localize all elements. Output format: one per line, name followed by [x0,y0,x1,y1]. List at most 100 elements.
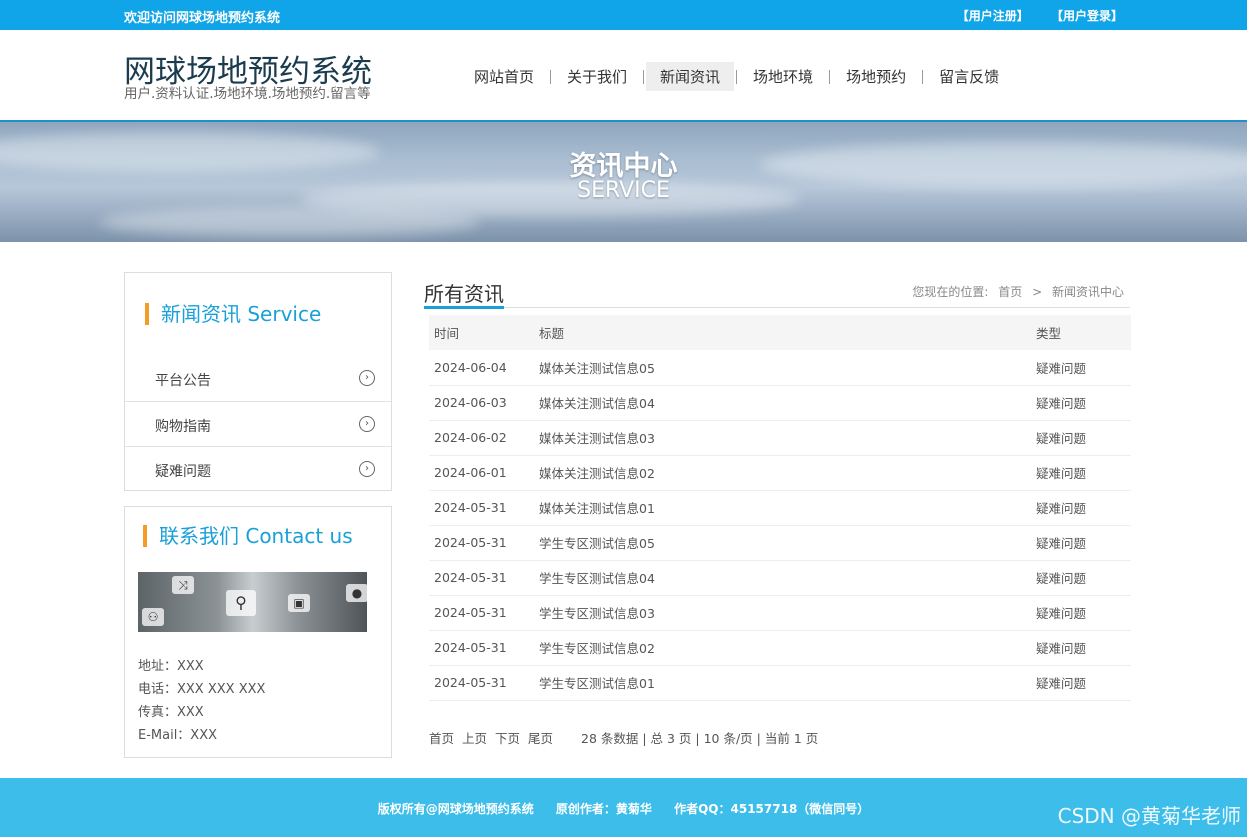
table-row[interactable]: 2024-05-31 学生专区测试信息01 疑难问题 [429,665,1131,701]
footer-qq: 作者QQ：45157718（微信同号） [674,802,870,816]
news-title-link[interactable]: 学生专区测试信息04 [529,560,1031,596]
cell-type: 疑难问题 [1031,490,1131,526]
cell-time: 2024-06-03 [429,385,529,421]
breadcrumb-separator: > [1032,285,1043,299]
nav-divider [922,69,924,84]
login-link[interactable]: 【用户登录】 [1051,9,1123,23]
cell-time: 2024-06-02 [429,420,529,456]
main-nav: 网站首页 关于我们 新闻资讯 场地环境 场地预约 留言反馈 [460,62,1013,91]
table-row[interactable]: 2024-05-31 学生专区测试信息04 疑难问题 [429,560,1131,596]
cell-type: 疑难问题 [1031,455,1131,491]
news-category-list: 平台公告 › 购物指南 › 疑难问题 › [125,356,391,491]
table-row[interactable]: 2024-05-31 学生专区测试信息05 疑难问题 [429,525,1131,561]
news-title-link[interactable]: 学生专区测试信息02 [529,630,1031,666]
news-title-link[interactable]: 学生专区测试信息01 [529,665,1031,701]
table-row[interactable]: 2024-06-04 媒体关注测试信息05 疑难问题 [429,350,1131,386]
nav-feedback[interactable]: 留言反馈 [925,62,1013,91]
pagination: 首页 上页 下页 尾页 28 条数据 | 总 3 页 | 10 条/页 | 当前… [429,728,818,747]
cell-time: 2024-06-01 [429,455,529,491]
chevron-right-circle-icon: › [359,370,375,386]
page-banner: 资讯中心 SERVICE [0,120,1247,242]
cell-time: 2024-05-31 [429,665,529,701]
category-label: 疑难问题 [155,464,211,480]
register-link[interactable]: 【用户注册】 [957,9,1029,23]
cell-type: 疑难问题 [1031,350,1131,386]
contact-fax: 传真：XXX [138,705,204,720]
welcome-text: 欢迎访问网球场地预约系统 [124,11,281,26]
title-underline [424,306,504,309]
contact-image: ⤨ ⚇ ⚲ ▣ ● [138,572,367,632]
share-icon: ⤨ [172,576,194,594]
nav-venue-booking[interactable]: 场地预约 [832,62,920,91]
category-label: 购物指南 [155,419,211,435]
category-label: 平台公告 [155,373,211,389]
category-item[interactable]: 购物指南 › [125,401,391,446]
nav-divider [643,69,645,84]
cell-type: 疑难问题 [1031,595,1131,631]
footer-author: 原创作者：黄菊华 [555,802,652,816]
news-title-link[interactable]: 媒体关注测试信息03 [529,420,1031,456]
top-links: 【用户注册】 【用户登录】 [939,7,1123,24]
title-divider [424,307,1130,308]
news-category-panel: 新闻资讯 Service 平台公告 › 购物指南 › 疑难问题 › [124,272,392,491]
cell-type: 疑难问题 [1031,385,1131,421]
nav-venue-environment[interactable]: 场地环境 [739,62,827,91]
table-row[interactable]: 2024-05-31 学生专区测试信息03 疑难问题 [429,595,1131,631]
cell-type: 疑难问题 [1031,630,1131,666]
cell-type: 疑难问题 [1031,420,1131,456]
cell-type: 疑难问题 [1031,560,1131,596]
column-header-type: 类型 [1031,315,1131,350]
news-title-link[interactable]: 学生专区测试信息05 [529,525,1031,561]
breadcrumb-prefix: 您现在的位置: [912,285,989,299]
news-title-link[interactable]: 媒体关注测试信息04 [529,385,1031,421]
table-row[interactable]: 2024-06-01 媒体关注测试信息02 疑难问题 [429,455,1131,491]
news-title-link[interactable]: 媒体关注测试信息05 [529,350,1031,386]
cell-type: 疑难问题 [1031,525,1131,561]
table-row[interactable]: 2024-05-31 学生专区测试信息02 疑难问题 [429,630,1131,666]
banner-cloud [100,207,480,237]
table-header-row: 时间 标题 类型 [429,315,1131,350]
contact-email: E-Mail：XXX [138,728,218,743]
pager-next-link[interactable]: 下页 [495,731,520,746]
user-add-icon: ⚲ [226,590,256,616]
footer-copyright: 版权所有@网球场地预约系统 [377,802,534,816]
cell-type: 疑难问题 [1031,665,1131,701]
category-item[interactable]: 平台公告 › [125,356,391,401]
site-subtitle: 用户.资料认证.场地环境.场地预约.留言等 [124,86,371,102]
chevron-right-circle-icon: › [359,461,375,477]
news-title-link[interactable]: 媒体关注测试信息01 [529,490,1031,526]
nav-about[interactable]: 关于我们 [553,62,641,91]
pager-last-link[interactable]: 尾页 [528,731,553,746]
pager-prev-link[interactable]: 上页 [462,731,487,746]
table-row[interactable]: 2024-06-02 媒体关注测试信息03 疑难问题 [429,420,1131,456]
users-icon: ⚇ [142,608,164,626]
top-bar: 欢迎访问网球场地预约系统 【用户注册】 【用户登录】 [0,0,1247,30]
page-title: 所有资讯 [424,282,504,306]
cell-time: 2024-05-31 [429,490,529,526]
nav-divider [829,69,831,84]
category-item[interactable]: 疑难问题 › [125,446,391,491]
nav-divider [550,69,552,84]
cell-time: 2024-06-04 [429,350,529,386]
person-icon: ● [346,584,367,602]
table-row[interactable]: 2024-06-03 媒体关注测试信息04 疑难问题 [429,385,1131,421]
pager-stats: 28 条数据 | 总 3 页 | 10 条/页 | 当前 1 页 [581,731,819,746]
nav-home[interactable]: 网站首页 [460,62,548,91]
column-header-title: 标题 [529,315,1031,350]
pager-first-link[interactable]: 首页 [429,731,454,746]
contact-info: 地址：XXX 电话：XXX XXX XXX 传真：XXX E-Mail：XXX [138,655,265,747]
cell-time: 2024-05-31 [429,560,529,596]
breadcrumb-current: 新闻资讯中心 [1051,285,1124,299]
table-row[interactable]: 2024-05-31 媒体关注测试信息01 疑难问题 [429,490,1131,526]
csdn-watermark: CSDN @黄菊华老师 [1057,804,1241,828]
nav-divider [736,69,738,84]
breadcrumb: 您现在的位置: 首页 > 新闻资讯中心 [906,283,1124,300]
contact-phone: 电话：XXX XXX XXX [138,682,266,697]
contact-heading: 联系我们 Contact us [143,525,353,547]
banner-subtitle: SERVICE [577,178,670,203]
breadcrumb-home-link[interactable]: 首页 [998,285,1022,299]
news-title-link[interactable]: 媒体关注测试信息02 [529,455,1031,491]
news-title-link[interactable]: 学生专区测试信息03 [529,595,1031,631]
nav-news[interactable]: 新闻资讯 [646,62,735,91]
news-category-heading: 新闻资讯 Service [145,303,321,325]
